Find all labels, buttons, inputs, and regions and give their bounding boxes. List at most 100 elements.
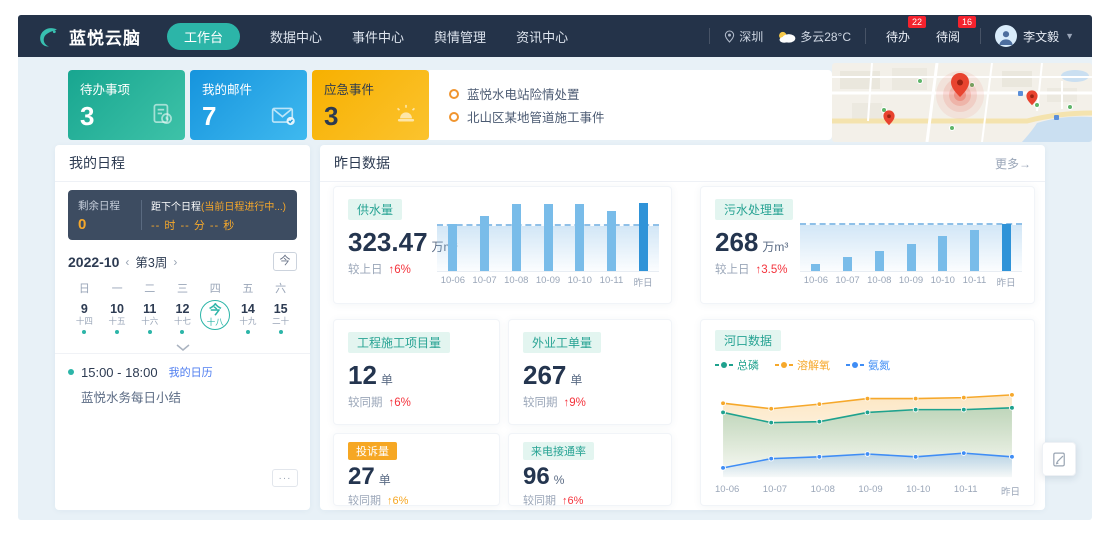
- delta-value: ↑6%: [562, 495, 583, 507]
- bar-10-11: [607, 211, 616, 271]
- kpi-tag: 污水处理量: [715, 199, 793, 220]
- weekday: 日: [68, 280, 101, 296]
- logo-icon: [36, 24, 61, 49]
- bar-10-06: [448, 224, 457, 271]
- divider: [141, 200, 142, 230]
- calendar-name-link[interactable]: 我的日历: [169, 364, 213, 380]
- estuary-line-chart: 总磷溶解氧氨氮10-0610-0710-0810-0910-1010-11昨日: [715, 357, 1020, 498]
- kpi-value: 323.47: [348, 227, 428, 257]
- calendar-header: 2022-10 ‹ 第3周 › 今: [68, 252, 297, 271]
- event-time: 15:00 - 18:00: [81, 365, 158, 380]
- water-supply-bar-chart: 10-0610-0710-0810-0910-1010-11昨日: [437, 197, 659, 289]
- kpi-unit: 单: [570, 373, 582, 387]
- bar-10-09: [544, 204, 553, 271]
- kpi-value: 267: [523, 360, 566, 390]
- estuary-data-card: 河口数据 总磷溶解氧氨氮10-0610-0710-0810-0910-1010-…: [700, 319, 1035, 506]
- data-panel-header: 昨日数据 更多→: [320, 145, 1045, 182]
- envelope-check-icon: [269, 103, 297, 132]
- todo-menu[interactable]: 22 待办: [880, 28, 916, 45]
- content-area: 待办事项 3 我的邮件 7: [18, 57, 1092, 520]
- field-orders-card: 外业工单量 267单 较同期↑9%: [508, 319, 672, 425]
- weather-label: 多云28°C: [800, 28, 851, 45]
- delta-label: 较同期: [523, 397, 558, 409]
- prev-week-arrow[interactable]: ‹: [124, 255, 130, 269]
- schedule-dot: [115, 330, 119, 334]
- bar-昨日: [1002, 224, 1011, 271]
- construction-projects-card: 工程施工项目量 12单 较同期↑6%: [333, 319, 500, 425]
- remaining-value: 0: [78, 216, 132, 233]
- emergency-event-list: 蓝悦水电站险情处置 北山区某地管道施工事件: [429, 70, 832, 140]
- stat-card-todo-items[interactable]: 待办事项 3: [68, 70, 185, 140]
- today-button[interactable]: 今: [273, 252, 297, 271]
- event-title: 北山区某地管道施工事件: [467, 107, 605, 126]
- kpi-tag: 来电接通率: [523, 442, 594, 460]
- panel-title: 我的日程: [69, 153, 125, 173]
- legend-item-氨氮[interactable]: 氨氮: [846, 357, 890, 373]
- delta-value: ↑6%: [389, 397, 411, 409]
- weekday: 二: [133, 280, 166, 296]
- next-note: (当前日程进行中...): [201, 202, 286, 213]
- kpi-unit: 单: [381, 373, 393, 387]
- nav-item-data-center[interactable]: 数据中心: [270, 27, 322, 46]
- city-indicator: 深圳: [724, 28, 763, 45]
- emergency-event-row[interactable]: 北山区某地管道施工事件: [449, 107, 812, 126]
- bar-10-07: [843, 257, 852, 271]
- calendar-day[interactable]: 9十四: [68, 300, 101, 336]
- kpi-tag: 供水量: [348, 199, 402, 220]
- kpi-value: 268: [715, 227, 758, 257]
- emergency-event-row[interactable]: 蓝悦水电站险情处置: [449, 84, 812, 103]
- calendar-day[interactable]: 12十七: [166, 300, 199, 336]
- delta-value: ↑9%: [564, 397, 586, 409]
- bar-10-11: [970, 230, 979, 271]
- calendar-day[interactable]: 10十五: [101, 300, 134, 336]
- divider: [709, 28, 710, 44]
- schedule-event[interactable]: 15:00 - 18:00 我的日历 蓝悦水务每日小结: [68, 364, 297, 406]
- teal-dot: [68, 369, 74, 375]
- calendar-day[interactable]: 11十六: [133, 300, 166, 336]
- kpi-unit: %: [554, 473, 565, 487]
- alarm-siren-icon: [393, 101, 419, 132]
- kpi-unit: 单: [379, 473, 391, 487]
- weekday: 一: [101, 280, 134, 296]
- calendar-day[interactable]: 14十九: [232, 300, 265, 336]
- schedule-panel: 我的日程 剩余日程 0 距下个日程(当前日程进行中...) -: [55, 145, 310, 510]
- delta-label: 较同期: [523, 495, 556, 507]
- calendar-day[interactable]: 15二十: [264, 300, 297, 336]
- toread-menu[interactable]: 16 待阅: [930, 28, 966, 45]
- calendar-expand-chevron[interactable]: [68, 338, 297, 346]
- legend-item-溶解氧[interactable]: 溶解氧: [775, 357, 830, 373]
- user-menu[interactable]: 李文毅 ▼: [995, 25, 1074, 47]
- delta-label: 较上日: [348, 264, 383, 276]
- kpi-tag: 河口数据: [715, 330, 781, 351]
- weekday: 三: [166, 280, 199, 296]
- cloud-sun-icon: [777, 30, 796, 43]
- task-clipboard-icon: [149, 101, 175, 132]
- weekday: 六: [264, 280, 297, 296]
- nav-item-event-center[interactable]: 事件中心: [352, 27, 404, 46]
- more-link[interactable]: 更多→: [995, 155, 1031, 172]
- quick-note-button[interactable]: [1042, 442, 1076, 476]
- delta-value: ↑6%: [389, 264, 411, 276]
- nav-item-news-center[interactable]: 资讯中心: [516, 27, 568, 46]
- delta-value: ↑3.5%: [756, 264, 788, 276]
- divider: [980, 28, 981, 44]
- schedule-dot: [180, 330, 184, 334]
- schedule-more-button[interactable]: ···: [272, 469, 298, 487]
- countdown-card: 剩余日程 0 距下个日程(当前日程进行中...) -- 时 -- 分 -- 秒: [68, 190, 297, 240]
- weekday: 五: [232, 280, 265, 296]
- mini-map[interactable]: [832, 63, 1092, 142]
- page: 蓝悦云脑 工作台 数据中心 事件中心 舆情管理 资讯中心 深圳: [0, 0, 1110, 537]
- legend-item-总磷[interactable]: 总磷: [715, 357, 759, 373]
- chevron-down-icon: ▼: [1065, 31, 1074, 41]
- nav-item-opinion[interactable]: 舆情管理: [434, 27, 486, 46]
- stat-card-mail[interactable]: 我的邮件 7: [190, 70, 307, 140]
- next-schedule: 距下个日程(当前日程进行中...) -- 时 -- 分 -- 秒: [151, 198, 286, 233]
- kpi-value: 96: [523, 463, 550, 490]
- calendar-day-today[interactable]: 今十八: [199, 300, 232, 336]
- nav-item-workbench[interactable]: 工作台: [167, 23, 240, 50]
- schedule-dot: [279, 330, 283, 334]
- stat-card-emergency[interactable]: 应急事件 3: [312, 70, 429, 140]
- next-week-arrow[interactable]: ›: [172, 255, 178, 269]
- remaining-label: 剩余日程: [78, 198, 132, 213]
- user-name: 李文毅: [1023, 28, 1059, 45]
